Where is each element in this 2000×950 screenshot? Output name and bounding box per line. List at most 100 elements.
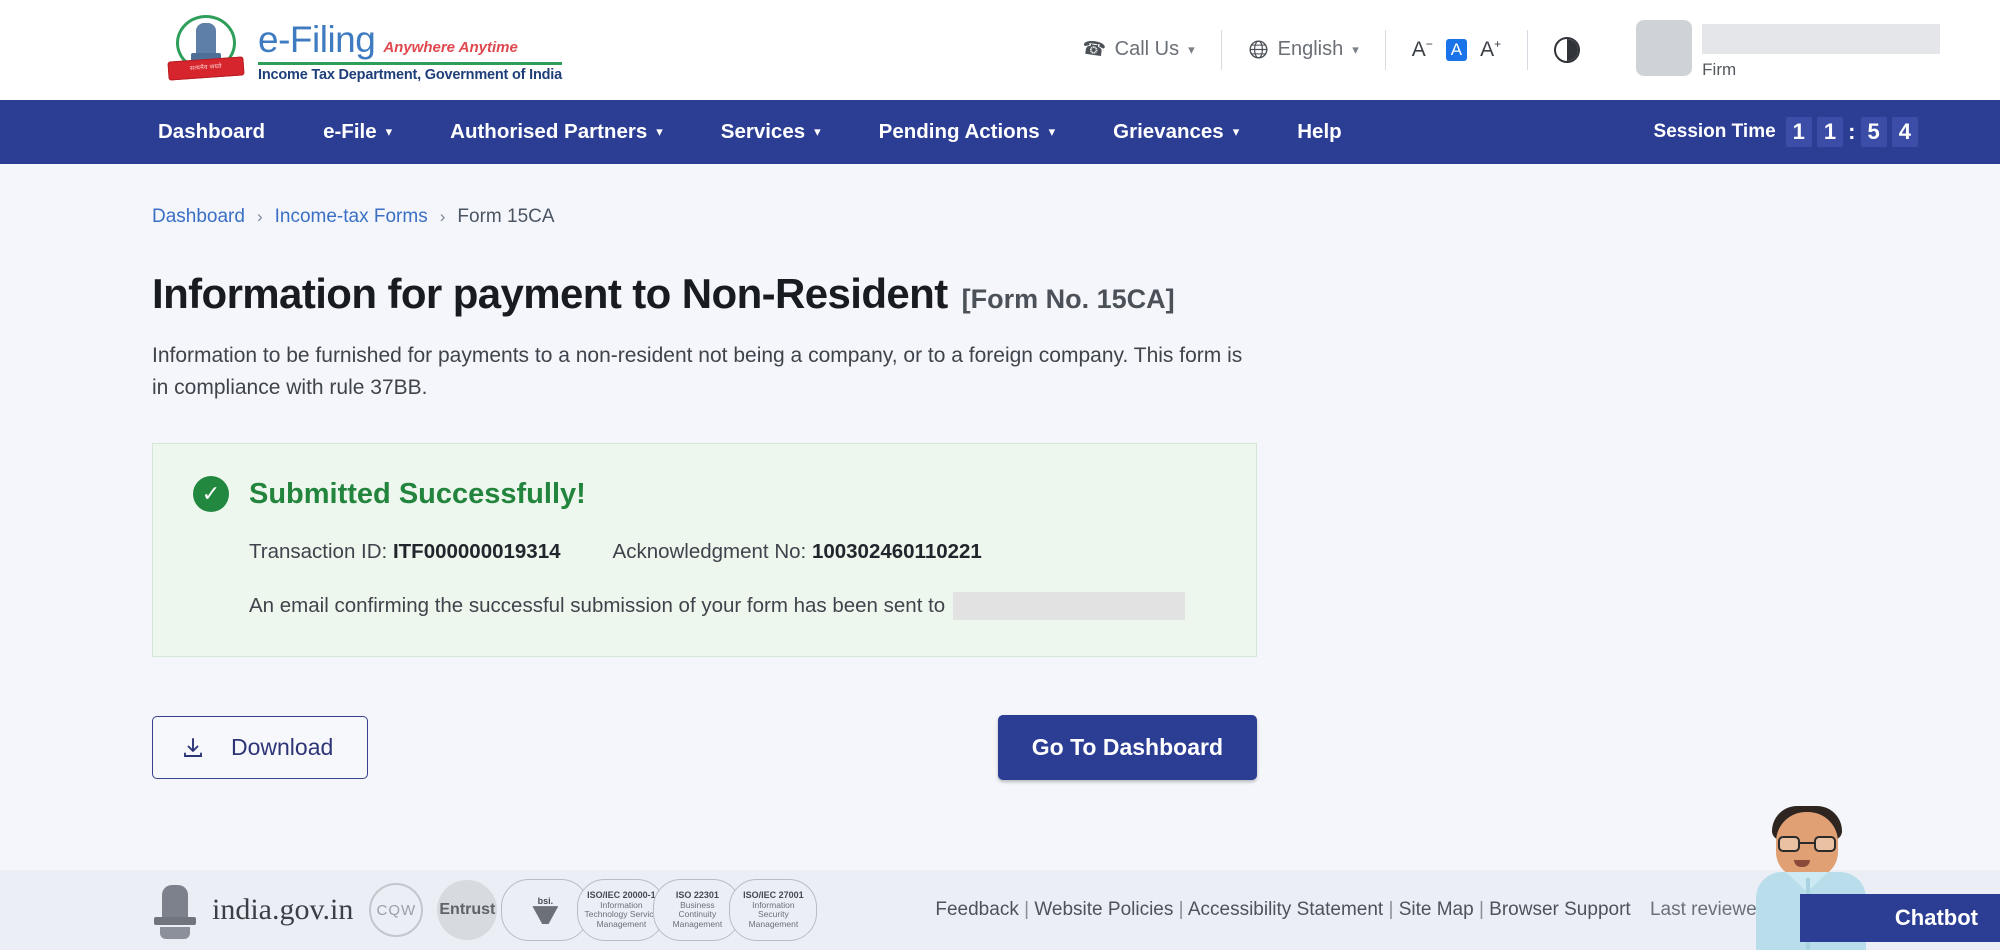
transaction-line: Transaction ID: ITF000000019314 Acknowle… xyxy=(249,540,1216,564)
download-button[interactable]: Download xyxy=(152,716,368,779)
email-confirmation-text: An email confirming the successful submi… xyxy=(249,594,945,618)
chevron-down-icon: ▾ xyxy=(1352,42,1359,58)
chevron-down-icon: ▾ xyxy=(1233,124,1240,140)
nav-label: Dashboard xyxy=(158,120,265,144)
font-normal-label: A xyxy=(1451,40,1462,59)
check-circle-icon: ✓ xyxy=(193,476,229,512)
success-alert: ✓ Submitted Successfully! Transaction ID… xyxy=(152,443,1257,657)
globe-icon xyxy=(1248,39,1269,60)
chevron-down-icon: ▾ xyxy=(1049,124,1056,140)
footer-link-site-map[interactable]: Site Map xyxy=(1399,899,1474,920)
footer-link-website-policies[interactable]: Website Policies xyxy=(1034,899,1173,920)
footer-link-accessibility-statement[interactable]: Accessibility Statement xyxy=(1188,899,1383,920)
user-role: Firm xyxy=(1702,60,1940,80)
font-decrease-label: A xyxy=(1412,38,1426,61)
nav-label: e-File xyxy=(323,120,377,144)
breadcrumb-separator: › xyxy=(440,207,446,227)
alert-header: ✓ Submitted Successfully! xyxy=(193,476,1216,512)
page-footer: india.gov.in CQW Entrust bsi. ISO/IEC 20… xyxy=(0,870,2000,950)
breadcrumb-item-current: Form 15CA xyxy=(457,206,554,228)
page-root: सत्यमेव जयते e-Filing Anywhere Anytime I… xyxy=(0,0,2000,950)
footer-link-separator: | xyxy=(1388,899,1393,920)
session-label: Session Time xyxy=(1654,121,1776,143)
font-increase-label: A xyxy=(1480,38,1494,61)
nav-item-dashboard[interactable]: Dashboard xyxy=(158,120,265,144)
cqw-seal-icon: CQW xyxy=(369,883,423,937)
font-normal-button[interactable]: A xyxy=(1446,39,1467,61)
chevron-down-icon: ▾ xyxy=(1188,42,1195,58)
contrast-icon[interactable] xyxy=(1554,37,1580,63)
form-number: [Form No. 15CA] xyxy=(962,284,1175,315)
font-size-controls: A− A A+ xyxy=(1412,37,1501,62)
nav-item-services[interactable]: Services ▾ xyxy=(721,120,821,144)
page-description: Information to be furnished for payments… xyxy=(152,340,1252,403)
email-confirmation-line: An email confirming the successful submi… xyxy=(249,592,1216,620)
acknowledgment-value: 100302460110221 xyxy=(812,540,982,564)
user-profile[interactable]: Firm xyxy=(1636,20,1940,80)
chatbot-widget[interactable]: Chatbot xyxy=(1740,790,2000,950)
user-meta: Firm xyxy=(1702,20,1940,80)
nav-item-help[interactable]: Help xyxy=(1297,120,1341,144)
email-masked-value xyxy=(953,592,1185,620)
iso-badge-desc: Information Technology Service Managemen… xyxy=(584,901,658,930)
iso-badge-code: ISO/IEC 20000-1 xyxy=(587,890,656,900)
go-to-dashboard-label: Go To Dashboard xyxy=(1032,734,1223,760)
page-title: Information for payment to Non-Resident xyxy=(152,270,948,318)
footer-link-browser-support[interactable]: Browser Support xyxy=(1489,899,1631,920)
call-us-menu[interactable]: ☎ Call Us ▾ xyxy=(1082,38,1195,61)
footer-link-feedback[interactable]: Feedback xyxy=(935,899,1018,920)
go-to-dashboard-button[interactable]: Go To Dashboard xyxy=(998,715,1257,780)
session-digits: 1 1 : 5 4 xyxy=(1786,117,1918,147)
iso-badge-code: ISO/IEC 27001 xyxy=(743,890,804,900)
iso-badge-code: ISO 22301 xyxy=(676,890,719,900)
brand-tagline: Anywhere Anytime xyxy=(383,39,517,56)
language-menu[interactable]: English ▾ xyxy=(1248,38,1359,61)
nav-label: Authorised Partners xyxy=(450,120,647,144)
iso-badge-bsi: bsi. xyxy=(501,879,589,941)
user-name-masked xyxy=(1702,24,1940,54)
divider xyxy=(1385,30,1386,70)
session-digit: 4 xyxy=(1892,117,1918,147)
breadcrumb-item-dashboard[interactable]: Dashboard xyxy=(152,206,245,228)
page-title-row: Information for payment to Non-Resident … xyxy=(152,270,2000,318)
brand-subtitle: Income Tax Department, Government of Ind… xyxy=(258,67,562,83)
transaction-id-label: Transaction ID: xyxy=(249,540,387,564)
iso-badge-22301: ISO 22301 Business Continuity Management xyxy=(653,879,741,941)
footer-link-separator: | xyxy=(1024,899,1029,920)
divider xyxy=(1527,30,1528,70)
nav-item-efile[interactable]: e-File ▾ xyxy=(323,120,392,144)
iso-badge-top: bsi. xyxy=(538,896,554,906)
iso-badge-desc: Business Continuity Management xyxy=(660,901,734,930)
divider xyxy=(1221,30,1222,70)
national-emblem-icon: सत्यमेव जयते xyxy=(168,13,244,87)
emblem-motto: सत्यमेव जयते xyxy=(167,56,244,80)
nav-item-authorised-partners[interactable]: Authorised Partners ▾ xyxy=(450,120,663,144)
india-gov-logo[interactable]: india.gov.in xyxy=(212,893,353,927)
breadcrumb-item-income-tax-forms[interactable]: Income-tax Forms xyxy=(275,206,428,228)
phone-icon: ☎ xyxy=(1080,36,1107,62)
nav-label: Pending Actions xyxy=(879,120,1040,144)
footer-emblem-icon xyxy=(152,881,198,939)
action-buttons: Download Go To Dashboard xyxy=(152,715,1257,780)
session-digit: 1 xyxy=(1817,117,1843,147)
call-us-label: Call Us xyxy=(1115,38,1179,61)
chevron-down-icon: ▾ xyxy=(814,124,821,140)
download-label: Download xyxy=(231,734,333,761)
nav-item-pending-actions[interactable]: Pending Actions ▾ xyxy=(879,120,1056,144)
avatar[interactable] xyxy=(1636,20,1692,76)
chevron-down-icon: ▾ xyxy=(656,124,663,140)
footer-link-separator: | xyxy=(1179,899,1184,920)
footer-link-separator: | xyxy=(1479,899,1484,920)
session-timer: Session Time 1 1 : 5 4 xyxy=(1654,117,1918,147)
iso-certification-badges: bsi. ISO/IEC 20000-1 Information Technol… xyxy=(513,879,817,941)
chatbot-button[interactable]: Chatbot xyxy=(1800,894,2000,942)
nav-item-grievances[interactable]: Grievances ▾ xyxy=(1113,120,1239,144)
font-decrease-button[interactable]: A− xyxy=(1412,37,1433,62)
acknowledgment-label: Acknowledgment No: xyxy=(613,540,807,564)
chatbot-label: Chatbot xyxy=(1895,905,1978,931)
entrust-seal-icon: Entrust xyxy=(437,880,497,940)
site-logo[interactable]: सत्यमेव जयते e-Filing Anywhere Anytime I… xyxy=(168,13,562,87)
font-increase-button[interactable]: A+ xyxy=(1480,37,1501,62)
session-digit: 1 xyxy=(1786,117,1812,147)
brand-divider xyxy=(258,62,562,65)
